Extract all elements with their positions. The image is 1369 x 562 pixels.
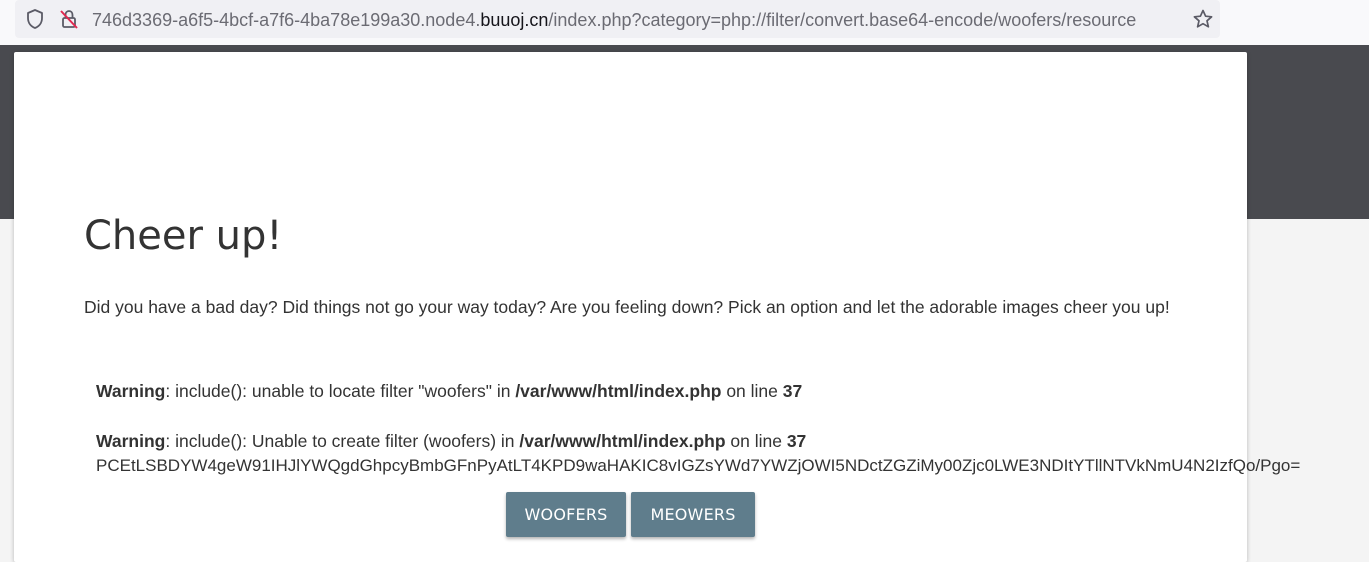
warning-label: Warning	[96, 431, 166, 451]
url-domain: buuoj.cn	[480, 10, 549, 30]
warning-file: /var/www/html/index.php	[519, 431, 726, 451]
warning-message: Warning: include(): unable to locate fil…	[96, 380, 802, 402]
browser-toolbar: 746d3369-a6f5-4bcf-a7f6-4ba78e199a30.nod…	[0, 0, 1369, 46]
warning-line-text: on line	[725, 431, 787, 451]
insecure-lock-icon[interactable]	[58, 8, 80, 30]
base64-output: PCEtLSBDYW4geW91IHJlYWQgdGhpcyBmbGFnPyAt…	[96, 456, 1301, 475]
url-prefix: 746d3369-a6f5-4bcf-a7f6-4ba78e199a30.nod…	[92, 10, 481, 30]
page-title: Cheer up!	[84, 213, 283, 259]
warning-line-text: on line	[721, 381, 783, 401]
warning-text: : include(): Unable to create filter (wo…	[165, 431, 520, 451]
warning-line-number: 37	[786, 431, 807, 451]
content-card: Cheer up! Did you have a bad day? Did th…	[14, 52, 1300, 562]
warning-file: /var/www/html/index.php	[515, 381, 722, 401]
meowers-button[interactable]: MEOWERS	[631, 492, 755, 537]
url-path: /index.php?category=php://filter/convert…	[548, 10, 1137, 30]
url-text[interactable]: 746d3369-a6f5-4bcf-a7f6-4ba78e199a30.nod…	[92, 8, 1184, 32]
intro-text: Did you have a bad day? Did things not g…	[84, 297, 1170, 317]
shield-icon[interactable]	[24, 8, 46, 30]
warning-text: : include(): unable to locate filter "wo…	[165, 381, 516, 401]
woofers-button[interactable]: WOOFERS	[506, 492, 626, 537]
warning-line-number: 37	[782, 381, 803, 401]
warning-label: Warning	[96, 381, 166, 401]
bookmark-star-icon[interactable]	[1192, 8, 1214, 30]
warning-message: Warning: include(): Unable to create fil…	[96, 430, 806, 452]
